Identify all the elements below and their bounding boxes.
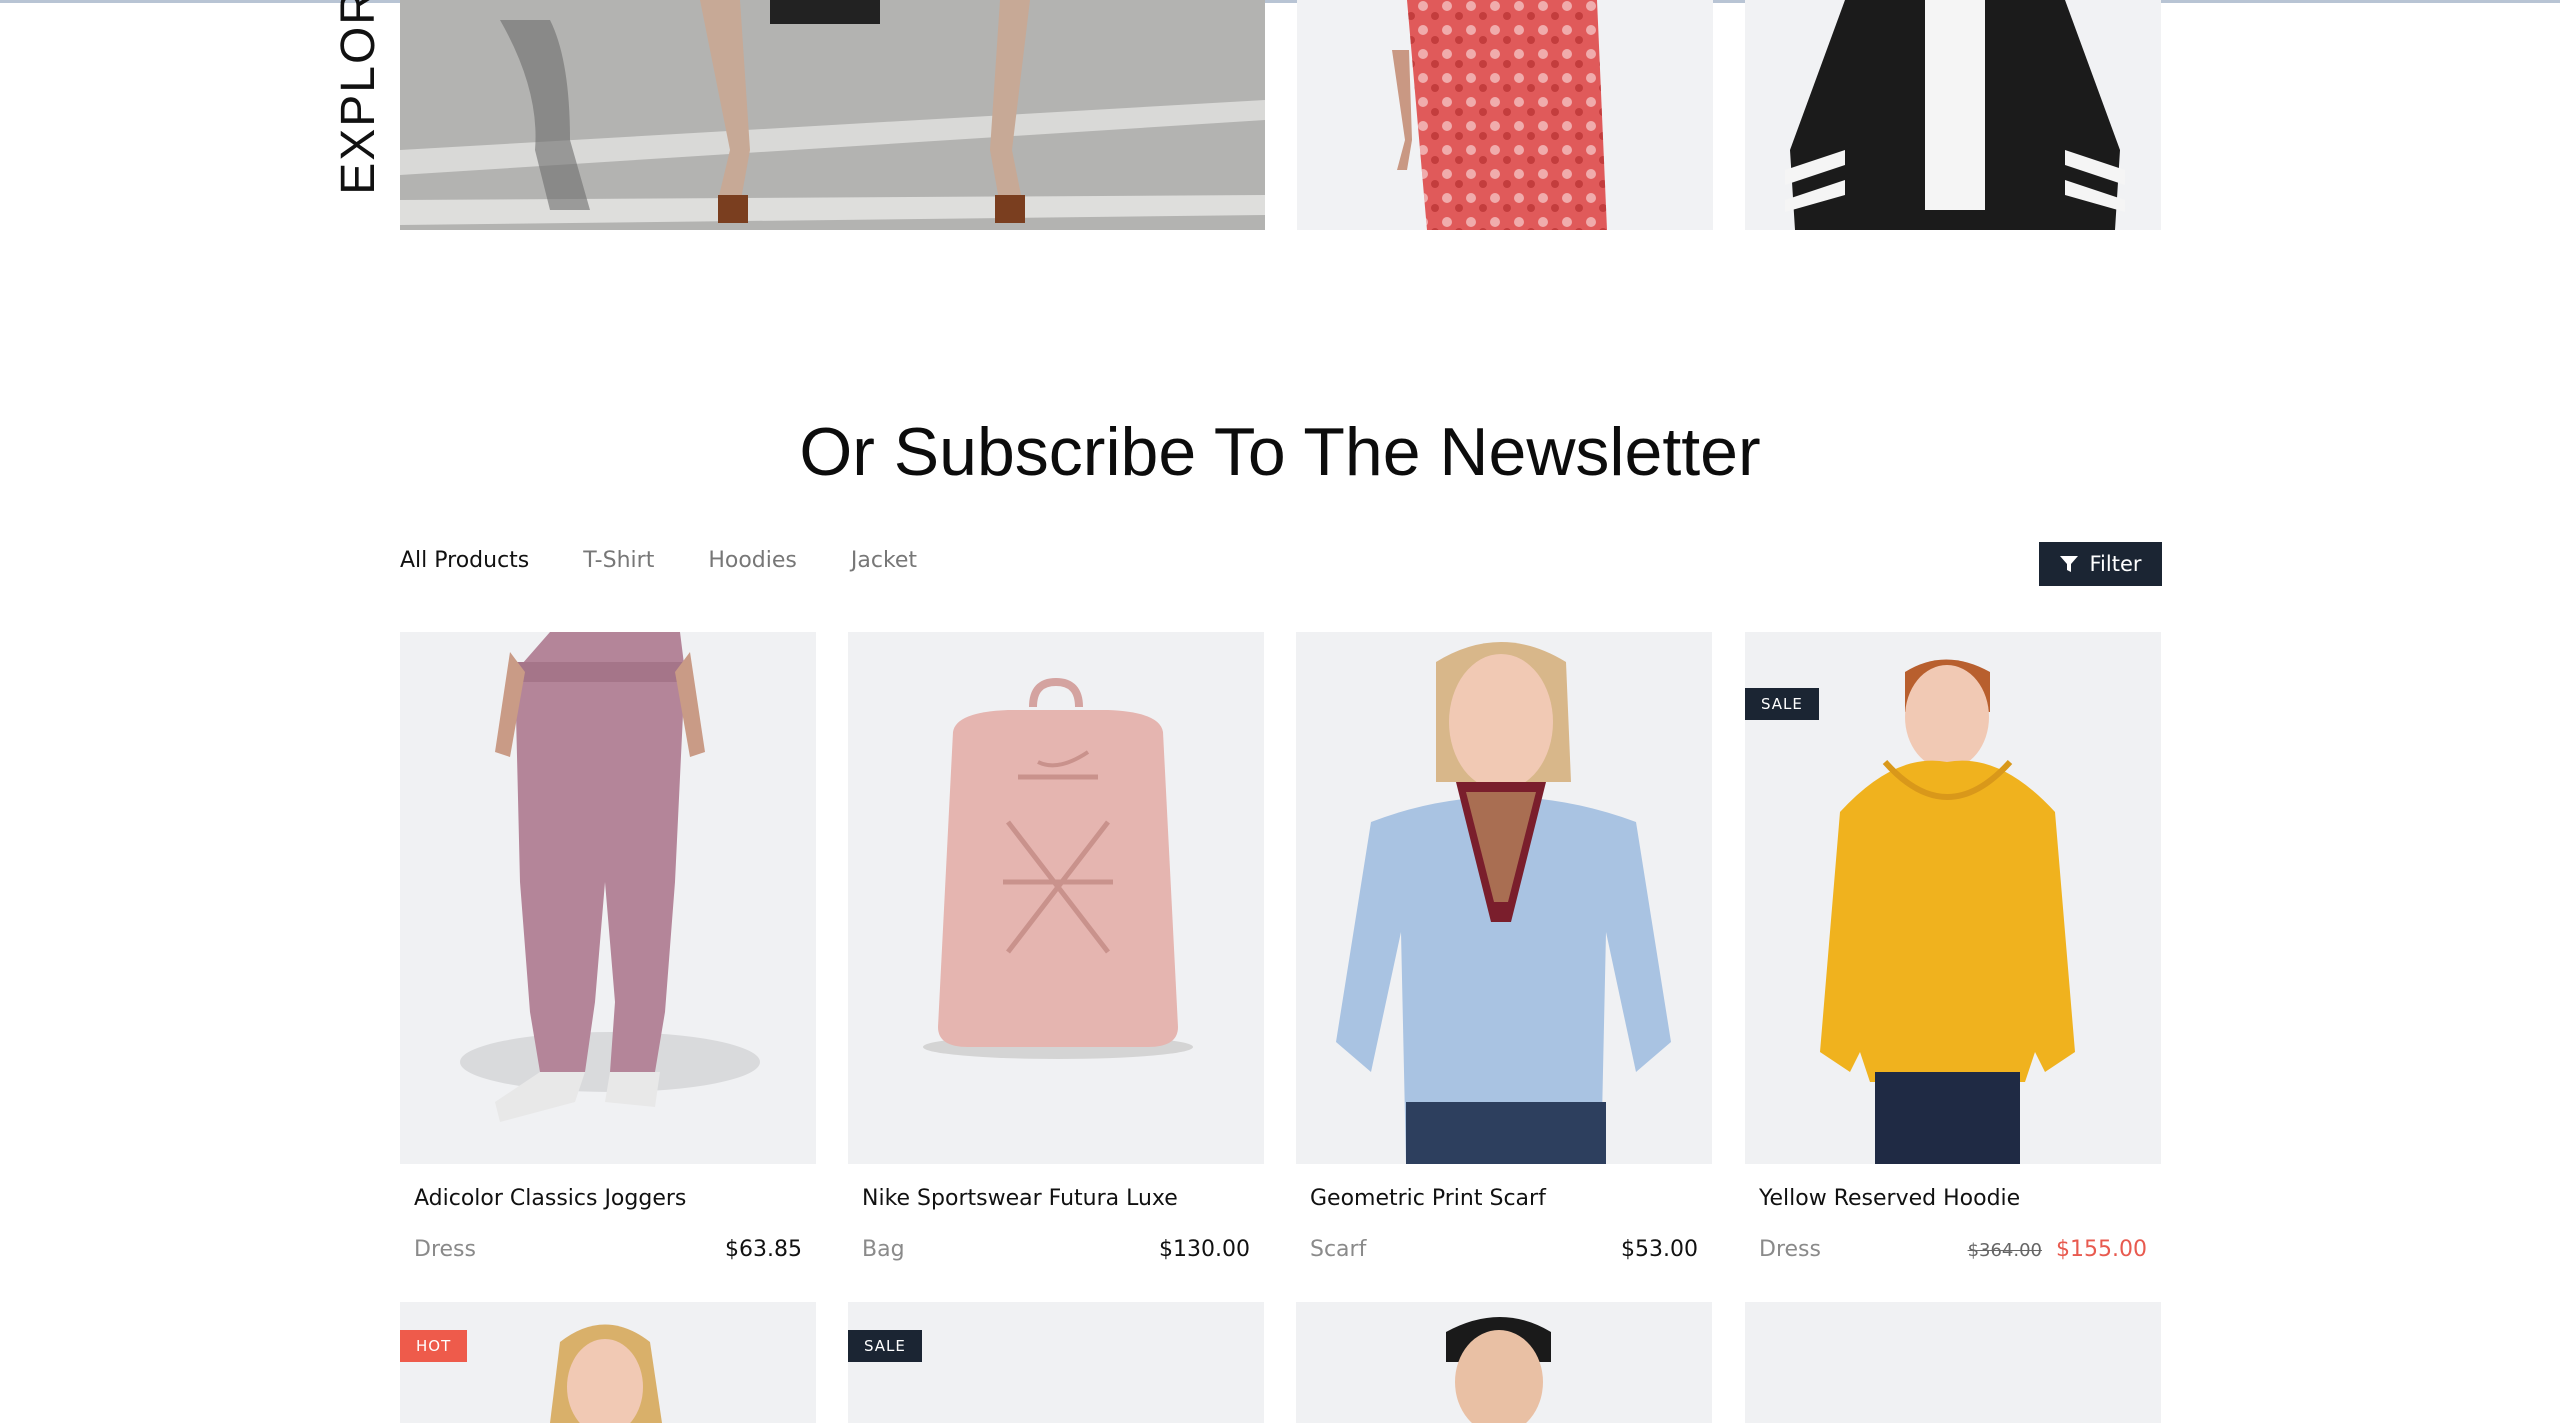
product-category: Dress bbox=[414, 1237, 476, 1262]
product-card[interactable] bbox=[1745, 1302, 2161, 1423]
price-value: $130.00 bbox=[1159, 1237, 1250, 1262]
sale-badge: SALE bbox=[848, 1330, 922, 1362]
product-image[interactable] bbox=[848, 632, 1264, 1164]
product-name[interactable]: Geometric Print Scarf bbox=[1310, 1186, 1546, 1211]
filter-button[interactable]: Filter bbox=[2039, 542, 2162, 586]
badge-wrap: HOT bbox=[400, 1330, 468, 1362]
badge-wrap: SALE bbox=[848, 1330, 922, 1362]
product-image[interactable] bbox=[1296, 632, 1712, 1164]
explore-image-dress[interactable] bbox=[1297, 0, 1713, 230]
badge-wrap: SALE bbox=[1745, 660, 1819, 720]
explore-text: EXPLORE bbox=[332, 0, 385, 195]
product-category: Scarf bbox=[1310, 1237, 1367, 1262]
product-card[interactable]: Geometric Print Scarf Scarf $53.00 bbox=[1296, 632, 1712, 1262]
product-image[interactable] bbox=[1745, 1302, 2161, 1423]
product-image[interactable] bbox=[400, 632, 816, 1164]
filter-icon bbox=[2060, 556, 2079, 572]
product-card[interactable]: HOT bbox=[400, 1302, 816, 1423]
product-card[interactable]: SALE bbox=[848, 1302, 1264, 1423]
product-card[interactable]: Adicolor Classics Joggers Dress $63.85 bbox=[400, 632, 816, 1262]
product-image[interactable]: HOT bbox=[400, 1302, 816, 1423]
explore-image-cardigan[interactable] bbox=[1745, 0, 2161, 230]
product-card[interactable]: Nike Sportswear Futura Luxe Bag $130.00 bbox=[848, 632, 1264, 1262]
tab-all-products[interactable]: All Products bbox=[400, 548, 529, 573]
product-price: $364.00 $155.00 bbox=[1968, 1237, 2147, 1262]
explore-image-street[interactable] bbox=[400, 0, 1265, 230]
price-value: $63.85 bbox=[725, 1237, 802, 1262]
sale-price: $155.00 bbox=[2056, 1237, 2147, 1262]
newsletter-title: Or Subscribe To The Newsletter bbox=[799, 414, 1761, 490]
product-price: $63.85 bbox=[725, 1237, 802, 1262]
explore-label: EXPLORE bbox=[332, 0, 386, 195]
product-category: Bag bbox=[862, 1237, 905, 1262]
product-category: Dress bbox=[1759, 1237, 1821, 1262]
product-name[interactable]: Adicolor Classics Joggers bbox=[414, 1186, 686, 1211]
product-price: $130.00 bbox=[1159, 1237, 1250, 1262]
product-name[interactable]: Nike Sportswear Futura Luxe bbox=[862, 1186, 1178, 1211]
filter-label: Filter bbox=[2089, 552, 2142, 576]
product-price: $53.00 bbox=[1621, 1237, 1698, 1262]
tab-t-shirt[interactable]: T-Shirt bbox=[583, 548, 654, 573]
category-tabs: All Products T-Shirt Hoodies Jacket bbox=[400, 548, 917, 573]
tab-hoodies[interactable]: Hoodies bbox=[708, 548, 797, 573]
tab-jacket[interactable]: Jacket bbox=[851, 548, 917, 573]
product-card[interactable] bbox=[1296, 1302, 1712, 1423]
price-value: $53.00 bbox=[1621, 1237, 1698, 1262]
product-card[interactable]: SALE Yellow Reserved Hoodie Dress $364.0… bbox=[1745, 632, 2161, 1262]
product-image[interactable] bbox=[1296, 1302, 1712, 1423]
product-image[interactable]: SALE bbox=[1745, 632, 2161, 1164]
product-name[interactable]: Yellow Reserved Hoodie bbox=[1759, 1186, 2020, 1211]
sale-badge: SALE bbox=[1745, 688, 1819, 720]
old-price: $364.00 bbox=[1967, 1240, 2043, 1261]
hot-badge: HOT bbox=[400, 1330, 468, 1362]
product-image[interactable]: SALE bbox=[848, 1302, 1264, 1423]
